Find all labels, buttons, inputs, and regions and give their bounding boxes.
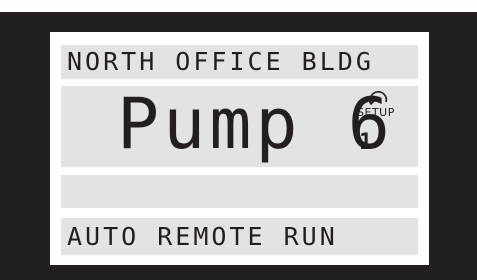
display-line-2: Pump 6 SETUP 1 [61, 83, 418, 167]
status-text: AUTO REMOTE RUN [67, 222, 338, 251]
display-line-3 [61, 175, 418, 208]
display-line-4: AUTO REMOTE RUN [61, 218, 418, 255]
undo-arrow-icon [367, 90, 388, 106]
building-name: NORTH OFFICE BLDG [67, 47, 374, 76]
setup-label: SETUP [357, 106, 395, 119]
panel-bezel: NORTH OFFICE BLDG Pump 6 SETUP 1 AUTO RE… [0, 12, 477, 280]
display-line-1: NORTH OFFICE BLDG [61, 45, 418, 79]
lcd-screen: NORTH OFFICE BLDG Pump 6 SETUP 1 AUTO RE… [50, 32, 429, 265]
setup-indicator: SETUP 1 [353, 88, 413, 162]
setup-number: 1 [359, 130, 373, 155]
